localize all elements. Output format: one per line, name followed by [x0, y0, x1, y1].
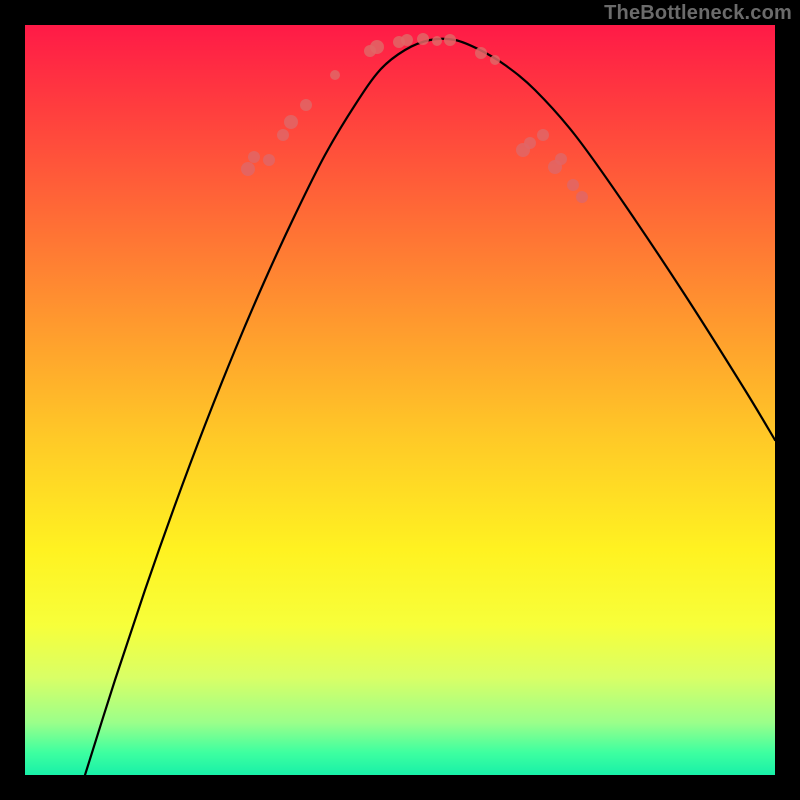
- highlight-dot: [241, 162, 255, 176]
- highlight-dot: [567, 179, 579, 191]
- highlight-dot: [300, 99, 312, 111]
- highlight-dot: [475, 47, 487, 59]
- highlight-dot: [263, 154, 275, 166]
- highlight-dot: [330, 70, 340, 80]
- bottleneck-curve: [85, 39, 775, 775]
- highlight-dot: [555, 153, 567, 165]
- highlight-dot: [524, 137, 536, 149]
- chart-plot-area: [25, 25, 775, 775]
- highlight-dot: [370, 40, 384, 54]
- watermark-text: TheBottleneck.com: [604, 2, 792, 25]
- highlight-dot: [432, 36, 442, 46]
- highlight-dot: [537, 129, 549, 141]
- highlight-dot: [284, 115, 298, 129]
- highlight-dot: [576, 191, 588, 203]
- highlight-dot: [248, 151, 260, 163]
- highlight-dot: [490, 55, 500, 65]
- highlight-dot: [417, 33, 429, 45]
- highlight-dot: [401, 34, 413, 46]
- highlight-dot: [444, 34, 456, 46]
- highlight-dot: [277, 129, 289, 141]
- chart-svg: [25, 25, 775, 775]
- chart-frame: TheBottleneck.com: [0, 0, 800, 800]
- highlight-dots-group: [241, 33, 588, 203]
